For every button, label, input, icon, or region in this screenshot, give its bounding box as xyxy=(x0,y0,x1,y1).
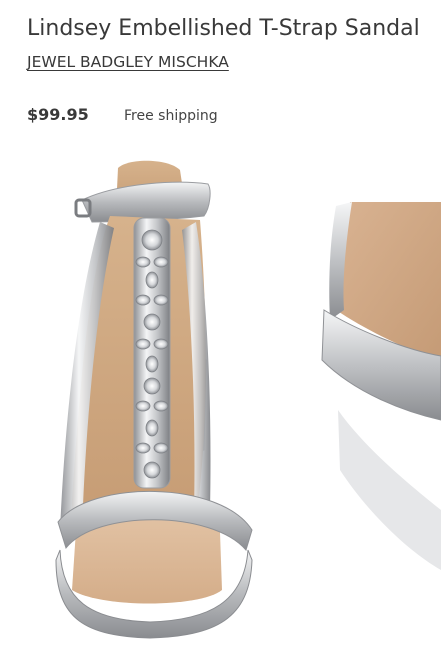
product-image-detail[interactable] xyxy=(316,150,441,650)
shipping-info: Free shipping xyxy=(124,108,218,124)
product-price: $99.95 xyxy=(27,105,89,124)
product-image-gallery[interactable] xyxy=(0,150,441,650)
product-image-main[interactable] xyxy=(0,150,300,650)
product-title: Lindsey Embellished T-Strap Sandal xyxy=(27,16,420,41)
brand-link[interactable]: JEWEL BADGLEY MISCHKA xyxy=(27,51,229,73)
